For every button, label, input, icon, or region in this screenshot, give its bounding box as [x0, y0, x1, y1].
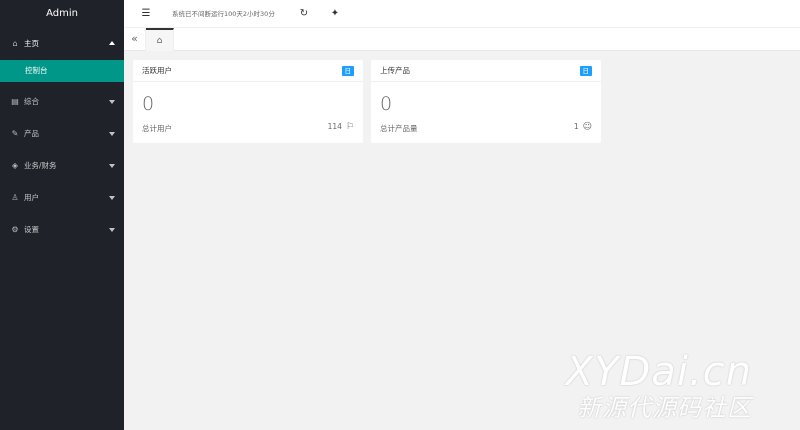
sidebar-item-users[interactable]: ♙ 用户	[0, 182, 124, 214]
sidebar-item-label: 用户	[24, 193, 39, 202]
stat-card-active-users: 活跃用户 日 0 总计用户 114 ⚐	[133, 60, 363, 143]
sidebar-item-business-finance[interactable]: ◈ 业务/财务	[0, 150, 124, 182]
card-header: 上传产品 日	[371, 60, 601, 82]
clear-cache-icon[interactable]: ✦	[326, 0, 344, 28]
box-icon: ◈	[11, 161, 19, 170]
card-title: 活跃用户	[142, 66, 172, 75]
sidebar-item-settings[interactable]: ⚙ 设置	[0, 214, 124, 246]
top-bar: ☰ 系统已不间断运行100天2小时30分 ↻ ✦	[124, 0, 800, 28]
sidebar-item-label: 业务/财务	[24, 161, 57, 170]
refresh-icon[interactable]: ↻	[295, 0, 313, 28]
card-footer-number: 114	[327, 122, 342, 131]
period-badge: 日	[579, 66, 592, 76]
watermark: XYDai.cn 新源代源码社区	[566, 350, 752, 422]
card-footer-label: 总计产品量	[380, 124, 418, 133]
tabs-bar: « ⌂	[124, 28, 800, 51]
stat-card-uploaded-products: 上传产品 日 0 总计产品量 1 ☺	[371, 60, 601, 143]
home-icon: ⌂	[156, 36, 163, 46]
uptime-status-text: 系统已不间断运行100天2小时30分	[172, 10, 275, 18]
menu-toggle-icon[interactable]: ☰	[137, 0, 155, 28]
sidebar-item-products[interactable]: ✎ 产品	[0, 118, 124, 150]
sidebar-item-label: 设置	[24, 225, 39, 234]
smile-icon: ☺	[582, 122, 592, 132]
gear-icon: ⚙	[11, 225, 19, 234]
chevron-down-icon	[109, 100, 115, 104]
sidebar: Admin ⌂ 主页 控制台 ▤ 综合 ✎ 产品 ◈ 业务/财务 ♙ 用户 ⚙ 设置	[0, 0, 124, 430]
sidebar-item-label: 产品	[24, 129, 39, 138]
period-badge: 日	[341, 66, 354, 76]
card-value: 0	[380, 93, 393, 115]
card-footer-label: 总计用户	[142, 124, 172, 133]
chevron-down-icon	[109, 196, 115, 200]
card-footer-value: 1 ☺	[574, 122, 592, 132]
tabs-scroll-left-icon[interactable]: «	[124, 28, 146, 51]
sidebar-item-home[interactable]: ⌂ 主页	[0, 28, 124, 60]
watermark-line-1: XYDai.cn	[565, 349, 752, 395]
watermark-line-2: 新源代源码社区	[577, 394, 752, 422]
sidebar-item-label: 主页	[24, 39, 39, 48]
card-footer-value: 114 ⚐	[328, 122, 354, 132]
app-logo-title[interactable]: Admin	[0, 0, 124, 28]
card-header: 活跃用户 日	[133, 60, 363, 82]
flag-icon: ⚐	[345, 122, 354, 132]
user-icon: ♙	[11, 193, 19, 202]
book-icon: ▤	[11, 97, 19, 106]
card-title: 上传产品	[380, 66, 410, 75]
tab-home[interactable]: ⌂	[146, 28, 174, 51]
sidebar-subitem-console[interactable]: 控制台	[0, 60, 124, 82]
edit-icon: ✎	[11, 129, 19, 138]
card-footer-number: 1	[573, 122, 579, 131]
chevron-down-icon	[109, 132, 115, 136]
chevron-down-icon	[109, 228, 115, 232]
card-value: 0	[142, 93, 155, 115]
chevron-down-icon	[109, 164, 115, 168]
sidebar-item-general[interactable]: ▤ 综合	[0, 86, 124, 118]
home-icon: ⌂	[12, 39, 18, 48]
chevron-up-icon	[109, 41, 115, 45]
sidebar-item-label: 综合	[24, 97, 39, 106]
